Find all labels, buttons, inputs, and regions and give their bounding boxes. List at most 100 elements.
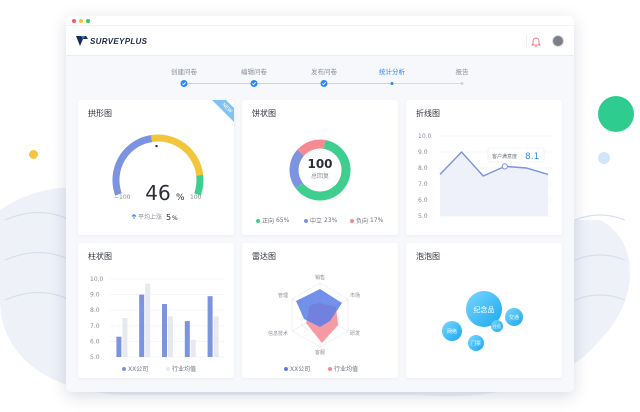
gauge-footer-label: 平均上涨 <box>138 213 162 221</box>
bar-company[interactable] <box>162 304 167 357</box>
window-close-button[interactable] <box>72 19 76 23</box>
radar-axis-market: 市场 <box>350 292 360 299</box>
bar-company[interactable] <box>116 336 122 357</box>
step-edit-check-icon <box>250 80 258 87</box>
gauge-arc-green <box>194 174 204 196</box>
logo-mark-icon <box>76 36 88 46</box>
pie-legend-positive-swatch <box>256 218 260 223</box>
step-analysis-label[interactable]: 统计分析 <box>379 66 405 76</box>
line-y-tick: 7.0 <box>418 181 428 188</box>
line-y-tick: 6.0 <box>418 197 428 204</box>
radar-chart: 销售 市场 研发 客服 信息技术 管理 <box>268 274 360 356</box>
bar-industry[interactable] <box>145 283 151 357</box>
bar-card[interactable]: 柱状图 10.0 9.0 8.0 7.0 6.0 5.0 XX公司 行业均值 <box>78 243 234 378</box>
radar-card[interactable]: 雷达图 销售 市场 研发 客服 信息技术 管理 XX公司 行业均值 <box>242 243 398 378</box>
gauge-chart: 46 % −100 100 平均上涨 5 % <box>112 134 204 222</box>
bar-legend-industry-label: 行业均值 <box>172 366 197 373</box>
bar-industry[interactable] <box>213 316 219 357</box>
bar-industry[interactable] <box>122 318 128 357</box>
pie-card[interactable]: 饼状图 100 总回复 正向 65% 中立 23% 负向 17% <box>242 100 398 235</box>
bar-industry[interactable] <box>190 339 196 357</box>
pie-slice-1[interactable] <box>289 149 305 189</box>
gauge-footer-unit: % <box>172 215 178 222</box>
gauge-card[interactable]: 拱形图 NEW 46 % −100 100 平均上涨 5 % <box>78 100 234 235</box>
bar-y-tick: 6.0 <box>90 338 100 345</box>
line-card[interactable]: 折线图 10.0 9.0 8.0 7.0 6.0 5.0 客户满意度 8.1 <box>406 100 562 235</box>
line-tooltip-value: 8.1 <box>525 152 539 162</box>
line-tooltip-label: 客户满意度 <box>492 153 517 160</box>
step-report-pending-dot <box>460 82 464 85</box>
pie-center-label: 总回复 <box>311 172 329 180</box>
pie-legend-neutral-label: 中立 <box>310 218 323 225</box>
pie-slice-2[interactable] <box>297 139 326 156</box>
decor-blue-dot <box>598 152 610 164</box>
gauge-unit: % <box>176 193 185 203</box>
step-report-label[interactable]: 报告 <box>456 66 469 76</box>
gauge-min-label: −100 <box>114 194 131 201</box>
radar-legend-company-swatch <box>284 366 288 371</box>
pie-legend-neutral-value: 23% <box>323 217 338 224</box>
gauge-arc-yellow <box>151 134 204 176</box>
pie-legend-positive-value: 65% <box>275 217 290 224</box>
marketing-canvas: SURVEYPLUS 创建问卷 编辑问卷 发布问卷 统计分析 报告 拱形图 NE… <box>0 0 640 412</box>
bubble-chart: 纪念品 网络 交通 门票 住宿 <box>442 291 523 351</box>
line-point[interactable] <box>501 163 508 170</box>
bar-legend-company-label: XX公司 <box>128 366 149 373</box>
bar-company[interactable] <box>184 321 190 357</box>
gauge-footer-value: 5 <box>166 213 171 222</box>
radar-axis-sales: 销售 <box>315 274 325 281</box>
radar-axis-service: 客服 <box>315 349 325 356</box>
bar-y-tick: 10.0 <box>90 276 104 283</box>
step-publish-label[interactable]: 发布问卷 <box>311 66 337 76</box>
pie-legend-neutral: 中立 23% <box>304 216 337 225</box>
bar-y-tick: 9.0 <box>90 292 100 299</box>
line-chart: 10.0 9.0 8.0 7.0 6.0 5.0 客户满意度 8.1 <box>418 133 552 220</box>
radar-axis-management: 管理 <box>278 292 288 299</box>
step-edit-label[interactable]: 编辑问卷 <box>241 66 267 76</box>
bubble-transport-label: 交通 <box>509 314 519 321</box>
progress-stepper: 创建问卷 编辑问卷 发布问卷 统计分析 报告 <box>66 66 574 96</box>
pie-legend-negative-value: 17% <box>369 217 384 224</box>
user-avatar[interactable] <box>552 35 564 47</box>
line-y-tick: 5.0 <box>418 213 428 220</box>
bar-company[interactable] <box>207 296 213 357</box>
line-y-tick: 9.0 <box>418 149 428 156</box>
bar-y-tick: 5.0 <box>90 354 100 361</box>
line-y-tick: 10.0 <box>418 133 432 140</box>
line-y-tick: 8.0 <box>418 165 428 172</box>
decor-green-circle <box>598 96 634 132</box>
app-window: SURVEYPLUS 创建问卷 编辑问卷 发布问卷 统计分析 报告 拱形图 NE… <box>66 16 574 392</box>
step-create-check-icon <box>180 80 188 87</box>
step-create-label[interactable]: 创建问卷 <box>171 66 197 76</box>
bar-y-tick: 7.0 <box>90 323 100 330</box>
pie-legend-negative: 负向 17% <box>350 216 383 225</box>
bar-company[interactable] <box>139 294 145 357</box>
bubble-lodging-label: 住宿 <box>493 323 501 329</box>
bar-industry[interactable] <box>168 316 173 357</box>
radar-legend-company: XX公司 <box>284 364 310 373</box>
step-analysis-current-dot <box>390 82 394 85</box>
brand-logo[interactable]: SURVEYPLUS <box>76 35 147 47</box>
brand-name: SURVEYPLUS <box>90 36 148 46</box>
line-tooltip: 客户满意度 8.1 <box>487 147 545 163</box>
radar-legend-industry-label: 行业均值 <box>334 366 359 373</box>
bar-legend-industry-swatch <box>166 366 170 371</box>
radar-axis-rnd: 研发 <box>350 330 360 337</box>
bar-chart: 10.0 9.0 8.0 7.0 6.0 5.0 <box>90 276 224 361</box>
bar-y-tick: 8.0 <box>90 307 100 314</box>
stepper-line-todo <box>392 83 462 84</box>
pie-center-value: 100 <box>307 157 332 171</box>
radar-legend-industry-swatch <box>328 366 332 371</box>
step-publish-check-icon <box>320 80 328 87</box>
decor-yellow-dot <box>29 150 38 159</box>
notification-area[interactable] <box>526 34 541 48</box>
pie-legend-positive: 正向 65% <box>256 216 289 225</box>
pie-legend-neutral-swatch <box>304 218 308 223</box>
radar-axis-it: 信息技术 <box>268 330 288 337</box>
radar-legend-company-label: XX公司 <box>290 366 311 373</box>
bubble-card[interactable]: 泡泡图 纪念品 网络 交通 门票 住宿 <box>406 243 562 378</box>
bar-legend-company-swatch <box>122 366 126 371</box>
stepper-line-done <box>184 83 392 84</box>
window-maximize-button[interactable] <box>86 19 90 23</box>
window-minimize-button[interactable] <box>79 19 83 23</box>
